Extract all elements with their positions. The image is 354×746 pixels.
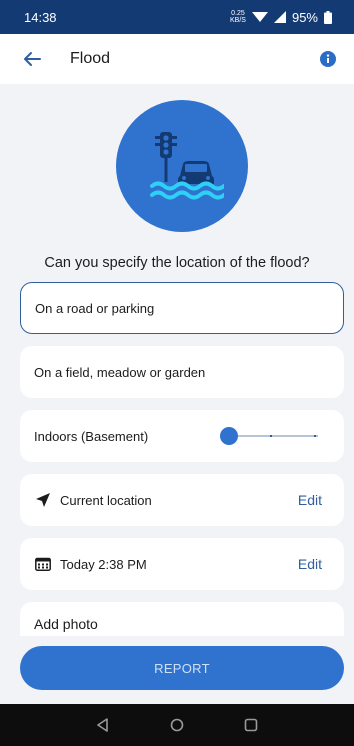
option-field-meadow-garden[interactable]: On a field, meadow or garden [20,346,344,398]
report-button[interactable]: REPORT [20,646,344,690]
edit-location-button[interactable]: Edit [298,492,322,508]
slider-thumb[interactable] [220,427,238,445]
indoors-toggle-slider[interactable] [220,426,318,446]
network-speed: 0.25 KB/S [230,10,246,24]
nav-back-button[interactable] [92,714,114,736]
info-button[interactable] [320,51,336,67]
option-label: On a road or parking [35,300,155,316]
main-content: Can you specify the location of the floo… [0,84,354,636]
signal-icon [273,11,286,23]
location-question: Can you specify the location of the floo… [44,255,310,271]
datetime-label: Today 2:38 PM [60,556,147,572]
slider-tick [270,435,272,437]
add-photo-row[interactable]: Add photo [20,602,344,636]
status-time: 14:38 [24,9,57,25]
datetime-row: Today 2:38 PM Edit [20,538,344,590]
info-icon [326,54,330,63]
nav-recents-button[interactable] [240,714,262,736]
navigation-arrow-icon [34,491,52,509]
circle-home-icon [170,718,184,732]
edit-datetime-button[interactable]: Edit [298,556,322,572]
car-icon [178,161,214,184]
calendar-icon [34,555,52,573]
option-label: Indoors (Basement) [34,428,149,444]
slider-track [226,435,318,437]
nav-home-button[interactable] [166,714,188,736]
battery-icon [324,10,332,24]
app-header: Flood [0,34,354,84]
wifi-icon [251,12,268,22]
location-label: Current location [60,492,152,508]
slider-tick [314,435,316,437]
square-recents-icon [244,718,258,732]
location-row: Current location Edit [20,474,344,526]
page-title: Flood [70,50,111,67]
flood-road-icon [150,132,224,200]
option-road-parking[interactable]: On a road or parking [20,282,344,334]
battery-percent: 95% [291,9,318,25]
triangle-back-icon [97,718,108,732]
status-icons: 0.25 KB/S 95% [230,10,332,25]
flood-illustration [116,100,248,232]
option-indoors-basement[interactable]: Indoors (Basement) [20,410,344,462]
system-navigation-bar [0,704,354,746]
traffic-light-icon [155,132,177,182]
water-wave-icon [150,181,224,200]
status-bar: 14:38 0.25 KB/S 95% [0,0,354,34]
add-photo-label: Add photo [34,616,98,632]
back-button[interactable] [20,47,44,71]
option-label: On a field, meadow or garden [34,364,206,380]
back-arrow-icon [24,52,41,66]
